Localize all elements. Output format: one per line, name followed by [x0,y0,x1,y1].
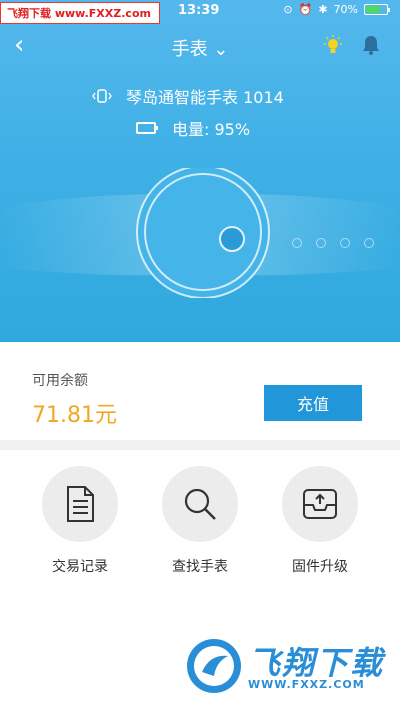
recharge-button[interactable]: 充值 [264,385,362,421]
status-bar: 飞翔下载 www.FXXZ.com 13:39 ⊙ ⏰ ✱ 70% [0,0,400,24]
page-dot [292,238,302,248]
alarm-icon: ⏰ [298,3,313,16]
device-battery-row: 电量: 95% [136,116,250,140]
action-grid: 交易记录 查找手表 固件升级 [0,450,400,590]
upgrade-box-icon [282,466,358,542]
page-dot [316,238,326,248]
bluetooth-icon: ✱ [318,3,328,16]
watch-illustration [0,168,400,298]
action-label: 交易记录 [52,559,108,575]
page-indicator [292,238,374,248]
fxxz-logo-icon [187,639,241,693]
lightbulb-icon[interactable] [322,34,344,60]
section-divider [0,440,400,450]
status-icons: ⊙ ⏰ ✱ 70% [283,3,390,16]
battery-icon [136,122,158,134]
page-dot [340,238,350,248]
watermark-banner: 飞翔下载 www.FXXZ.com [0,2,160,24]
find-watch-button[interactable]: 查找手表 [140,466,260,576]
hero-header: 飞翔下载 www.FXXZ.com 13:39 ⊙ ⏰ ✱ 70% ‹ 手表 ⌄ [0,0,400,342]
device-name-row: 琴岛通智能手表 1014 [92,84,284,108]
balance-amount: 71.81元 [32,403,117,428]
action-label: 查找手表 [172,559,228,575]
firmware-upgrade-button[interactable]: 固件升级 [260,466,380,576]
search-icon [162,466,238,542]
nav-bar: ‹ 手表 ⌄ [0,30,400,62]
status-time: 13:39 [178,3,220,18]
balance-card: 可用余额 71.81元 充值 [0,342,400,440]
watermark-url: WWW.FXXZ.COM [248,678,365,691]
watermark-logo: 飞翔下载 WWW.FXXZ.COM [184,634,394,700]
balance-label: 可用余额 [32,373,88,389]
battery-percent: 70% [333,3,358,16]
page-dot [364,238,374,248]
document-icon [42,466,118,542]
transaction-records-button[interactable]: 交易记录 [20,466,140,576]
watch-vibrate-icon [92,89,112,103]
action-label: 固件升级 [292,559,348,575]
location-icon: ⊙ [283,3,293,16]
bell-icon[interactable] [361,34,381,60]
device-battery-label: 电量: 95% [172,120,251,139]
watermark-text: 飞翔下载 www.FXXZ.com [7,7,151,20]
device-name: 琴岛通智能手表 1014 [126,88,284,107]
battery-icon [364,4,390,15]
